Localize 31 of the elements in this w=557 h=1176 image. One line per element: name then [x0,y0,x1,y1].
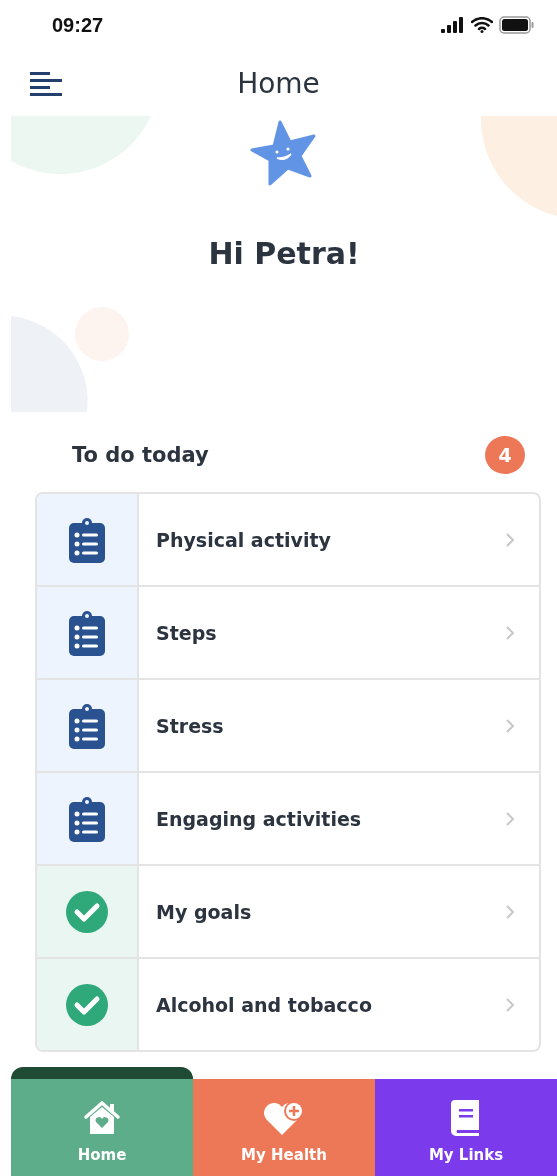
greeting: Hi Petra! [208,236,360,271]
section-title: To do today [72,443,209,467]
clipboard-list-icon [69,516,105,563]
task-row[interactable]: Stress [37,678,539,771]
chevron-right-icon [505,903,515,920]
book-icon [451,1100,481,1136]
task-row[interactable]: Engaging activities [37,771,539,864]
chevron-right-icon [505,810,515,827]
task-row[interactable]: Alcohol and tobacco [37,957,539,1050]
check-circle-icon [66,890,108,933]
task-row[interactable]: Physical activity [37,494,539,585]
smiling-star-icon [250,120,318,186]
battery-icon [499,16,535,34]
signal-icon [441,17,465,33]
clipboard-list-icon [69,702,105,749]
chevron-right-icon [505,624,515,641]
status-time: 09:27 [52,13,104,37]
chevron-right-icon [505,996,515,1013]
count-badge: 4 [485,436,525,474]
heart-plus-icon [263,1100,305,1136]
chevron-right-icon [505,717,515,734]
page-title: Home [237,66,320,100]
clipboard-list-icon [69,795,105,842]
task-row[interactable]: Steps [37,585,539,678]
chevron-right-icon [505,531,515,548]
check-circle-icon [66,983,108,1026]
clipboard-list-icon [69,609,105,656]
house-heart-icon [83,1100,121,1136]
nav-tab[interactable]: My Links [375,1079,557,1176]
task-row[interactable]: My goals [37,864,539,957]
wifi-icon [471,17,493,33]
